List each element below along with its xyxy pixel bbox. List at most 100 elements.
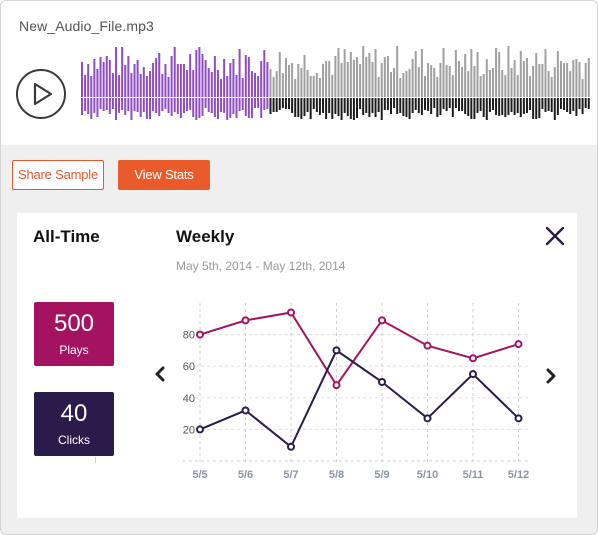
waveform-bar	[423, 76, 426, 97]
waveform-bar	[281, 73, 284, 97]
waveform-bar	[161, 74, 164, 97]
waveform-bar-lower	[433, 98, 436, 108]
waveform-bar-lower	[356, 98, 359, 118]
waveform-bar-lower	[485, 98, 488, 120]
waveform-bar	[368, 53, 371, 97]
waveform-bar-lower	[393, 98, 396, 108]
data-point[interactable]	[378, 316, 386, 325]
waveform-bar	[436, 77, 439, 97]
data-point[interactable]	[196, 330, 204, 339]
waveform-bar	[470, 49, 473, 97]
waveform-bar-lower	[201, 98, 204, 116]
waveform-bar	[430, 65, 433, 97]
x-tick-label: 5/10	[417, 469, 438, 481]
waveform-bar	[127, 56, 130, 97]
data-point[interactable]	[514, 414, 523, 423]
waveform-bar-lower	[328, 98, 331, 113]
y-tick-label: 60	[183, 361, 195, 373]
waveform-bar	[269, 69, 272, 97]
waveform-bar	[139, 74, 142, 97]
waveform-bar	[238, 49, 241, 97]
waveform-bar-lower	[244, 98, 247, 116]
waveform-bar	[544, 49, 547, 97]
waveform-bar	[241, 78, 244, 97]
waveform-bar	[547, 71, 550, 97]
waveform-bar	[578, 62, 581, 97]
data-point[interactable]	[378, 378, 386, 386]
waveform-bar-lower	[482, 98, 485, 117]
waveform-bar-lower	[192, 98, 195, 117]
waveform[interactable]	[81, 45, 591, 125]
waveform-bar	[179, 64, 182, 97]
waveform-bar	[318, 78, 321, 97]
waveform-bar-lower	[541, 98, 544, 109]
waveform-bar-lower	[547, 98, 550, 111]
waveform-bar	[454, 50, 457, 97]
waveform-bar-lower	[581, 98, 584, 114]
waveform-bar-lower	[173, 98, 176, 112]
data-point[interactable]	[469, 370, 477, 379]
waveform-bar-lower	[470, 98, 473, 119]
waveform-bar	[213, 56, 216, 97]
waveform-bar	[309, 76, 312, 97]
data-point[interactable]	[469, 354, 477, 363]
data-point[interactable]	[241, 406, 250, 415]
waveform-bar-lower	[182, 98, 185, 113]
share-sample-button[interactable]: Share Sample	[12, 160, 104, 190]
waveform-bar-lower	[312, 98, 315, 109]
waveform-bar-lower	[229, 98, 232, 118]
waveform-bar	[87, 64, 90, 97]
waveform-bar-lower	[263, 98, 266, 110]
waveform-bar	[201, 54, 204, 97]
waveform-bar	[519, 51, 522, 97]
waveform-bar	[390, 72, 392, 97]
waveform-bar-lower	[121, 98, 124, 110]
waveform-bar-lower	[105, 98, 108, 110]
waveform-bar-lower	[133, 98, 136, 111]
waveform-bar-lower	[467, 98, 470, 116]
waveform-bar-lower	[522, 98, 525, 114]
waveform-bar	[164, 64, 167, 97]
waveform-bar	[340, 63, 343, 97]
waveform-bar-lower	[575, 98, 578, 116]
waveform-bar-lower	[155, 98, 158, 113]
waveform-bar-lower	[430, 98, 433, 114]
waveform-bar	[386, 56, 389, 97]
data-point[interactable]	[423, 414, 432, 423]
waveform-bar-lower	[186, 98, 189, 111]
waveform-bar-lower	[223, 98, 226, 113]
data-point[interactable]	[514, 340, 523, 349]
data-point[interactable]	[287, 442, 295, 451]
x-tick-label: 5/12	[508, 469, 529, 481]
data-point[interactable]	[332, 346, 341, 355]
waveform-bar	[155, 58, 158, 97]
waveform-bar	[297, 64, 300, 97]
waveform-bar	[272, 77, 275, 97]
play-button[interactable]	[16, 69, 66, 119]
waveform-bar-lower	[559, 98, 562, 109]
data-point[interactable]	[332, 381, 341, 390]
waveform-bar	[405, 71, 408, 97]
waveform-bar-lower	[427, 98, 430, 111]
data-point[interactable]	[423, 341, 432, 350]
waveform-bar-lower	[161, 98, 164, 111]
data-point[interactable]	[287, 308, 295, 317]
waveform-bar-lower	[210, 98, 213, 113]
data-point[interactable]	[241, 316, 250, 325]
waveform-bar-lower	[473, 98, 476, 119]
waveform-bar	[182, 64, 185, 97]
waveform-bar	[278, 52, 281, 97]
waveform-bar-lower	[315, 98, 318, 112]
waveform-bar	[118, 75, 121, 97]
waveform-bar	[220, 79, 223, 97]
data-point[interactable]	[196, 425, 204, 434]
waveform-bar	[569, 71, 572, 97]
x-tick-label: 5/11	[463, 469, 484, 481]
waveform-bar	[322, 64, 325, 97]
waveform-bar	[275, 71, 278, 97]
waveform-bar	[111, 73, 114, 97]
view-stats-button[interactable]: View Stats	[118, 160, 210, 190]
file-name: New_Audio_File.mp3	[19, 18, 154, 34]
waveform-bar	[581, 79, 584, 97]
weekly-line-chart: 20 40 60 80 5/5 5/6 5/7 5/8 5/9 5/10 5/11 5/12	[183, 303, 529, 481]
